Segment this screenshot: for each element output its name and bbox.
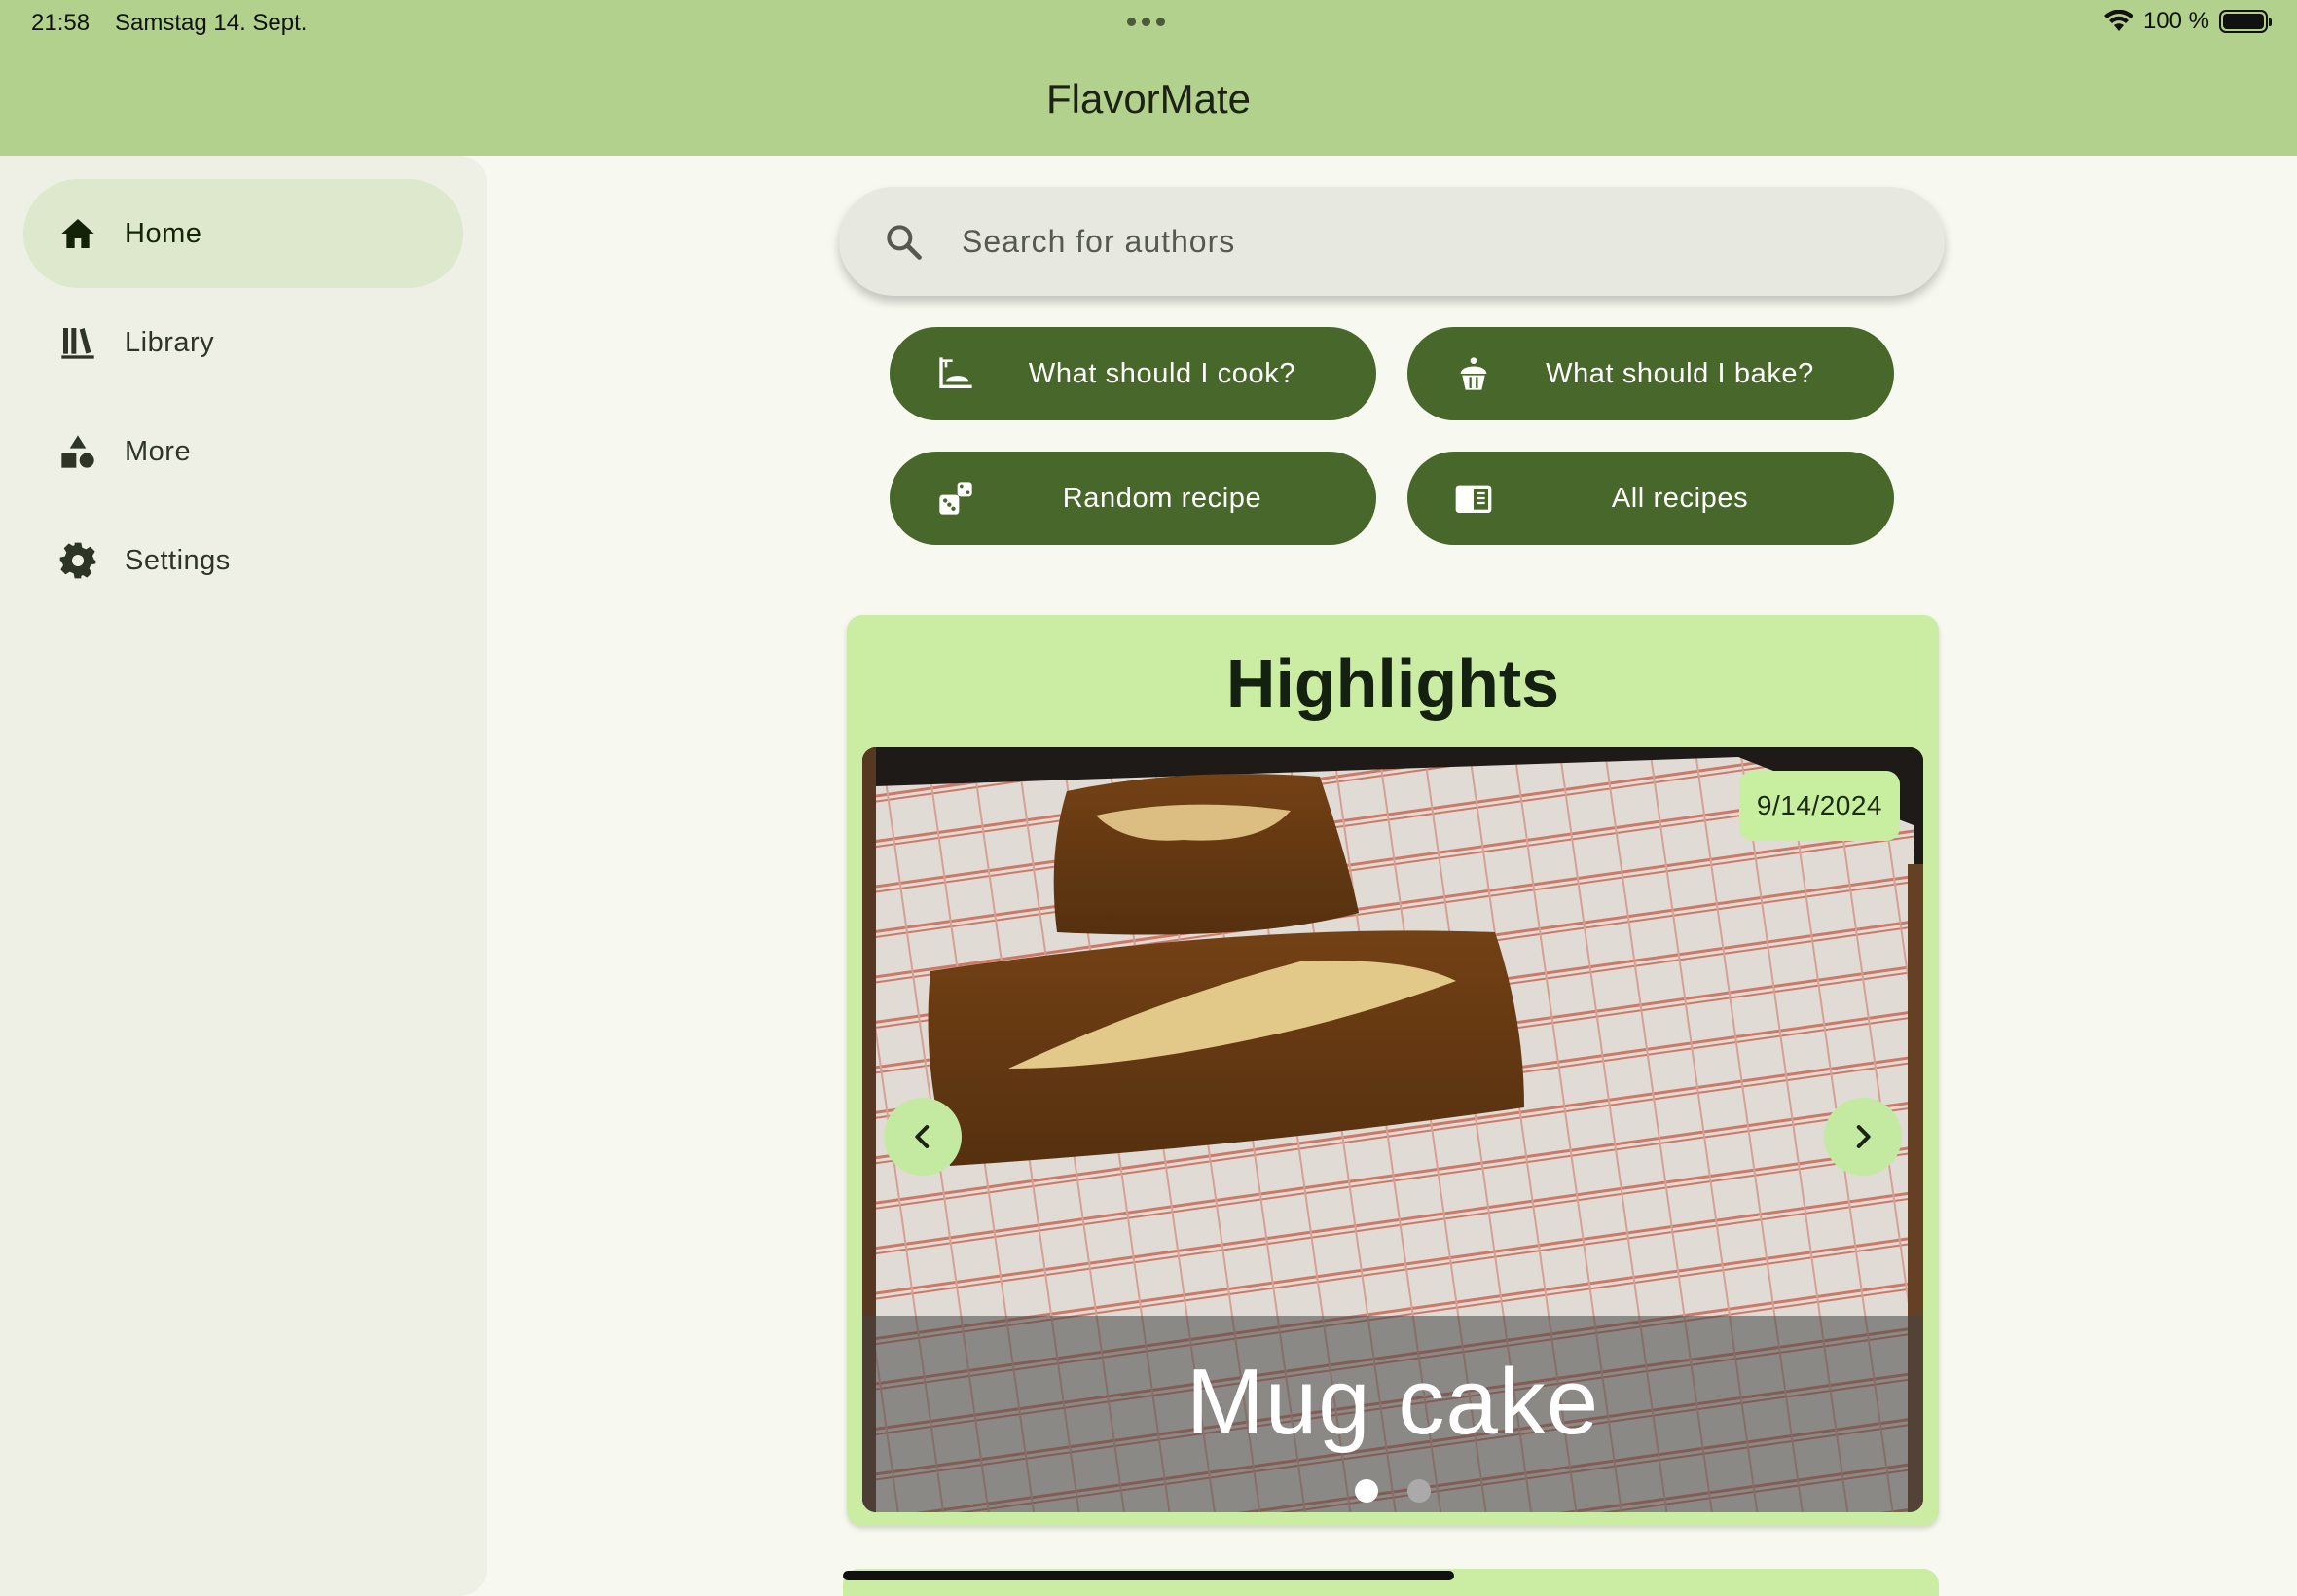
carousel-page-indicator [862, 1479, 1923, 1503]
battery-icon [2219, 10, 2272, 33]
author-search-bar[interactable] [839, 187, 1945, 296]
status-time: 21:58 [31, 10, 91, 36]
search-input[interactable] [962, 208, 1838, 274]
nav-item-library[interactable]: Library [23, 288, 463, 397]
gear-icon [59, 542, 96, 579]
home-icon [61, 219, 94, 248]
multitasking-dots-icon[interactable] [1127, 18, 1165, 26]
wifi-icon [2103, 10, 2133, 31]
chevron-left-icon [915, 1125, 930, 1148]
page-dot-active[interactable] [1355, 1479, 1378, 1503]
carousel-previous-button[interactable] [884, 1098, 962, 1176]
highlights-carousel[interactable]: 9/14/2024 Mug cake [862, 747, 1923, 1512]
dice-icon [939, 482, 972, 515]
home-indicator[interactable] [843, 1571, 1454, 1580]
navigation-drawer: Home Library More Settings [0, 156, 487, 1596]
library-icon [61, 328, 94, 359]
menu-book-icon [1455, 485, 1492, 513]
status-date: Samstag 14. Sept. [115, 10, 308, 36]
cupcake-icon [1460, 357, 1487, 390]
app-title: FlavorMate [1045, 76, 1252, 122]
button-label: All recipes [1611, 482, 1749, 514]
carousel-next-button[interactable] [1824, 1098, 1902, 1176]
nav-item-label: Library [125, 326, 215, 358]
nav-item-label: Home [125, 217, 202, 249]
page-dot[interactable] [1407, 1479, 1431, 1503]
nav-item-label: Settings [125, 544, 231, 576]
nav-item-settings[interactable]: Settings [23, 506, 463, 615]
status-indicators: 100 % [2103, 8, 2272, 35]
chevron-right-icon [1856, 1125, 1871, 1148]
recipe-title[interactable]: Mug cake [862, 1349, 1923, 1456]
shapes-icon [61, 435, 94, 468]
cooking-pot-icon [939, 357, 972, 388]
random-recipe-button[interactable]: Random recipe [890, 452, 1376, 545]
button-label: Random recipe [1062, 482, 1262, 514]
button-label: What should I cook? [1028, 357, 1296, 389]
nav-item-more[interactable]: More [23, 397, 463, 506]
button-label: What should I bake? [1546, 357, 1814, 389]
nav-item-label: More [125, 435, 192, 467]
highlights-title: Highlights [1225, 645, 1560, 721]
what-to-bake-button[interactable]: What should I bake? [1407, 327, 1894, 420]
what-to-cook-button[interactable]: What should I cook? [890, 327, 1376, 420]
highlight-date-chip: 9/14/2024 [1738, 771, 1900, 841]
highlights-card: Highlights 9/14/2024 Mug cake [847, 615, 1939, 1526]
app-bar: 21:58 Samstag 14. Sept. 100 % FlavorMate [0, 0, 2297, 156]
nav-item-home[interactable]: Home [23, 179, 463, 288]
all-recipes-button[interactable]: All recipes [1407, 452, 1894, 545]
search-icon [887, 225, 922, 260]
battery-percentage: 100 % [2142, 8, 2209, 34]
